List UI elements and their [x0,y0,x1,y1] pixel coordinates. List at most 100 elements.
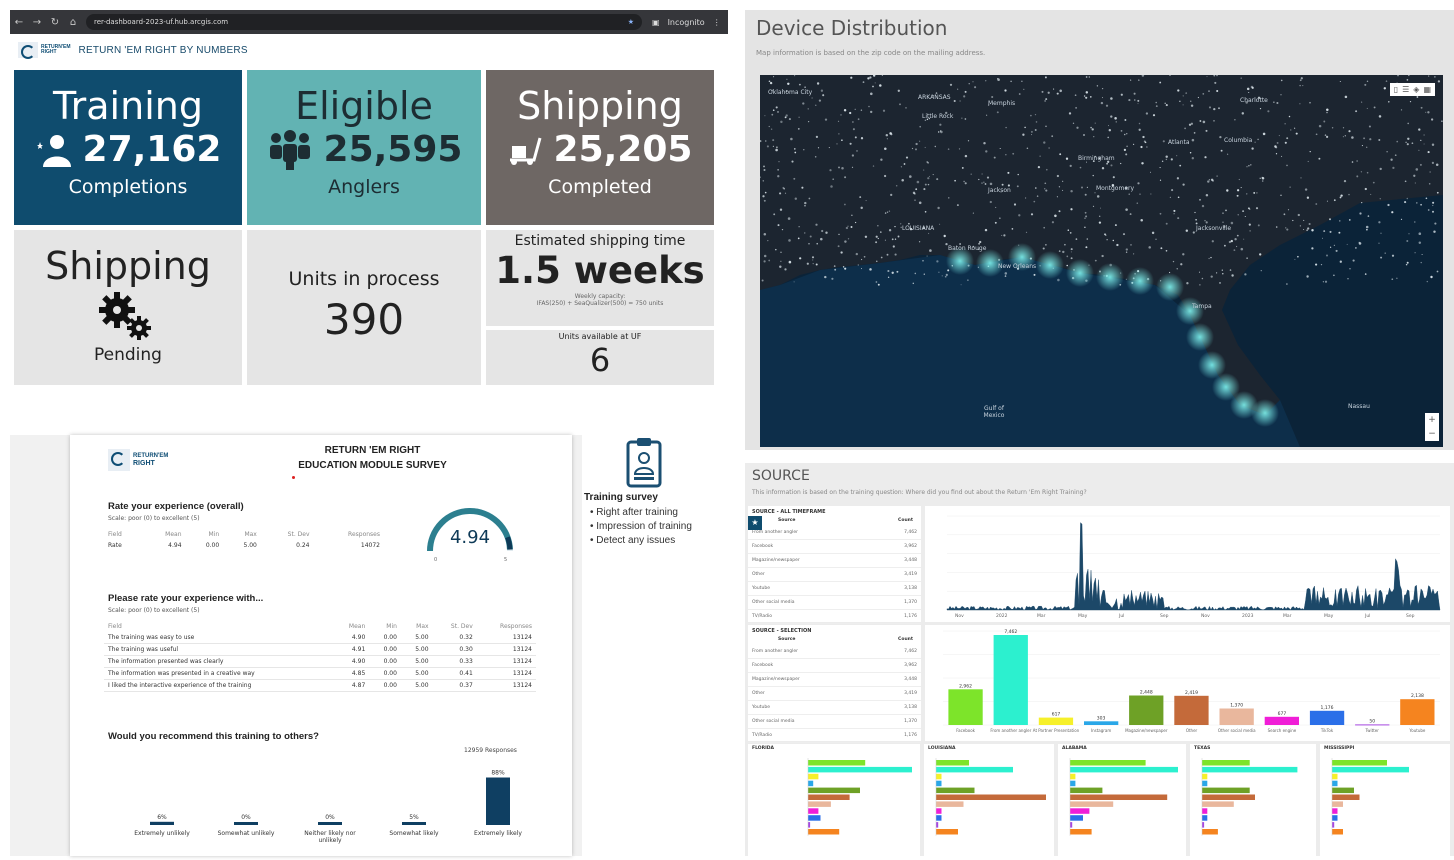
table-row[interactable]: Magazine/newspaper 3,448 [748,554,921,568]
state-bar[interactable] [808,794,850,801]
zoom-out-button[interactable]: − [1425,427,1439,441]
table-row[interactable]: Other social media 1,370 [748,596,921,610]
address-bar[interactable]: rer-dashboard-2023-uf.hub.arcgis.com ★ [86,14,642,30]
state-bar[interactable] [808,787,860,794]
source-bar[interactable] [1038,717,1074,725]
state-bar[interactable] [936,815,942,821]
state-bar[interactable] [808,822,811,828]
state-bar[interactable] [936,766,1013,773]
table-row[interactable]: Magazine/newspaper 3,448 [748,673,921,687]
state-bar[interactable] [1332,801,1343,807]
state-bar[interactable] [1202,766,1298,773]
incognito-badge[interactable]: Incognito [668,18,705,27]
state-bar[interactable] [1070,822,1073,828]
device-map[interactable]: Oklahoma City ARKANSAS Memphis Little Ro… [760,75,1443,447]
state-bar[interactable] [1070,787,1103,794]
source-bar[interactable] [1129,695,1164,726]
state-bar[interactable] [808,773,819,780]
state-bar[interactable] [1070,760,1146,766]
menu-icon[interactable]: ⋮ [713,18,721,27]
state-bar[interactable] [936,829,958,835]
table-row[interactable]: Youtube 3,138 [748,701,921,715]
state-bar[interactable] [1332,815,1338,821]
state-bar[interactable] [808,808,819,814]
table-row[interactable]: Youtube 3,138 [748,582,921,596]
table-row[interactable]: TV/Radio 1,176 [748,610,921,624]
state-bar[interactable] [1332,780,1338,787]
state-bar[interactable] [808,829,840,835]
list-icon[interactable]: ☰ [1402,85,1409,94]
reload-button[interactable]: ↻ [46,17,64,28]
state-bar[interactable] [1070,773,1076,780]
source-bar[interactable] [1400,699,1435,725]
state-bar[interactable] [1202,787,1250,794]
state-bar[interactable] [1070,815,1083,821]
state-bar[interactable] [1070,808,1090,814]
state-bar[interactable] [1202,808,1208,814]
source-bar[interactable] [1264,716,1299,725]
source-bar[interactable] [1355,724,1390,726]
table-row[interactable]: Other 3,419 [748,568,921,582]
state-bar[interactable] [1070,794,1168,801]
recommend-bar[interactable] [402,822,426,825]
recommend-bar[interactable] [150,821,174,825]
state-bar[interactable] [1332,808,1338,814]
state-bar[interactable] [1202,801,1234,807]
state-bar[interactable] [936,760,969,766]
state-bar[interactable] [808,801,831,807]
state-bar[interactable] [1332,773,1338,780]
source-bar[interactable] [993,635,1028,725]
state-bar[interactable] [1070,829,1092,835]
state-bar[interactable] [1202,773,1208,780]
recommend-bar[interactable] [234,822,258,825]
state-bar[interactable] [936,822,939,828]
state-bar[interactable] [1202,822,1205,828]
state-bar[interactable] [1070,801,1114,807]
table-row[interactable]: From another angler 7,462 [748,526,921,540]
table-row[interactable]: Other social media 1,370 [748,715,921,729]
star-icon[interactable]: ★ [748,516,762,530]
state-bar[interactable] [1332,766,1409,773]
bookmark-icon[interactable]: ▯ [1394,85,1398,94]
state-bar[interactable] [1332,829,1343,835]
state-bar[interactable] [936,801,964,807]
state-bar[interactable] [1202,760,1250,766]
source-bar[interactable] [1219,708,1254,726]
state-bar[interactable] [1202,794,1255,801]
grid-icon[interactable]: ▦ [1423,85,1431,94]
sidepanel-icon[interactable]: ▣ [652,18,660,27]
home-icon[interactable]: ⌂ [64,17,82,28]
back-button[interactable]: ← [10,17,28,28]
state-bar[interactable] [1332,760,1387,766]
star-icon[interactable]: ★ [628,18,634,26]
timeseries-area[interactable] [946,522,1441,611]
source-bar[interactable] [1309,710,1345,725]
state-bar[interactable] [936,787,975,794]
table-row[interactable]: Other 3,419 [748,687,921,701]
state-bar[interactable] [1070,780,1076,787]
zoom-in-button[interactable]: + [1425,413,1439,427]
state-bar[interactable] [1202,780,1208,787]
state-bar[interactable] [1070,766,1178,773]
source-bar[interactable] [1174,695,1209,725]
table-row[interactable]: TV/Radio 1,176 [748,729,921,743]
state-bar[interactable] [808,766,912,773]
source-bar[interactable] [1084,721,1119,725]
state-bar[interactable] [808,815,821,821]
state-bar[interactable] [1332,787,1354,794]
recommend-bar[interactable] [318,822,342,825]
table-row[interactable]: Facebook 3,962 [748,540,921,554]
forward-button[interactable]: → [28,17,46,28]
state-bar[interactable] [1202,815,1208,821]
state-bar[interactable] [936,808,942,814]
state-bar[interactable] [1202,829,1218,835]
table-row[interactable]: Facebook 3,962 [748,659,921,673]
state-bar[interactable] [936,794,1046,801]
state-bar[interactable] [808,780,814,787]
state-bar[interactable] [1332,822,1335,828]
layers-icon[interactable]: ◈ [1413,85,1419,94]
recommend-bar[interactable] [486,777,510,826]
source-bar[interactable] [948,689,983,725]
state-bar[interactable] [936,773,942,780]
state-bar[interactable] [808,760,866,766]
